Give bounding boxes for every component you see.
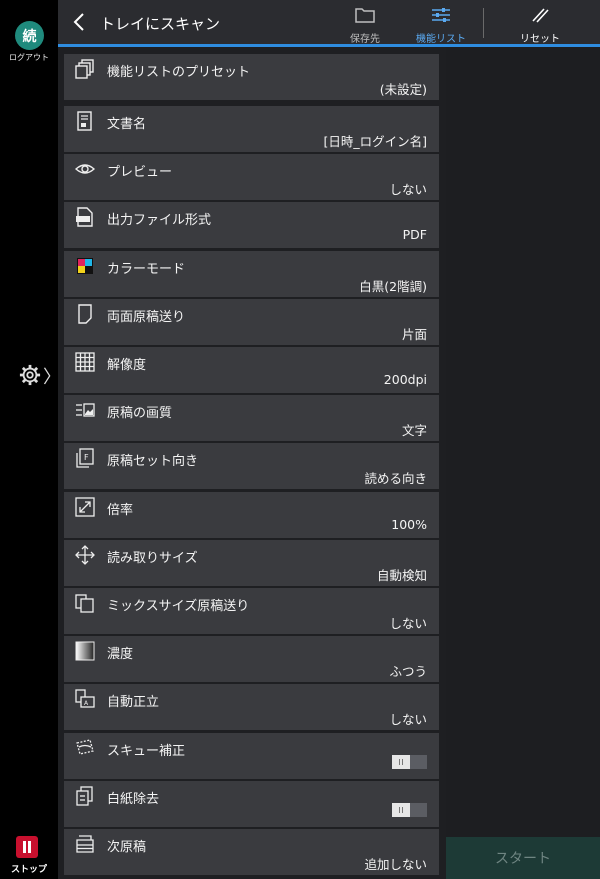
list-item-value: 追加しない bbox=[364, 857, 427, 872]
list-item[interactable]: 原稿の画質文字 bbox=[64, 395, 439, 441]
list-item[interactable]: 両面原稿送り片面 bbox=[64, 299, 439, 345]
auto-rotate-icon: A bbox=[75, 689, 95, 708]
list-item-value: PDF bbox=[402, 227, 427, 242]
list-item-label: 解像度 bbox=[107, 358, 147, 373]
list-item[interactable]: 倍率 100% bbox=[64, 492, 439, 538]
list-item-value: しない bbox=[389, 616, 427, 631]
mixed-size-icon bbox=[75, 594, 94, 613]
reset-label: リセット bbox=[520, 34, 560, 45]
save-destination-label: 保存先 bbox=[350, 34, 380, 45]
eye-icon bbox=[75, 164, 95, 174]
blank-page-icon bbox=[76, 786, 93, 806]
density-icon bbox=[75, 641, 95, 661]
list-item-value: 自動検知 bbox=[376, 568, 427, 583]
sliders-icon bbox=[432, 8, 450, 22]
document-icon bbox=[77, 111, 92, 131]
list-item-value: 200dpi bbox=[383, 372, 427, 387]
toggle-switch[interactable] bbox=[392, 755, 427, 769]
list-item-label: 原稿の画質 bbox=[107, 406, 173, 421]
list-item[interactable]: 解像度 200dpi bbox=[64, 347, 439, 393]
stop-label[interactable]: ストップ bbox=[0, 862, 58, 875]
preview-pane bbox=[446, 47, 600, 837]
list-item-label: ミックスサイズ原稿送り bbox=[107, 599, 250, 614]
toggle-knob bbox=[392, 803, 410, 817]
list-item-label: 濃度 bbox=[107, 647, 134, 662]
list-item[interactable]: 読み取りサイズ自動検知 bbox=[64, 540, 439, 586]
list-item-value: 読める向き bbox=[364, 471, 427, 486]
list-item-label: 両面原稿送り bbox=[107, 310, 186, 325]
stop-button[interactable] bbox=[16, 836, 38, 858]
header-divider bbox=[483, 8, 484, 38]
folder-icon bbox=[355, 8, 375, 23]
list-item-label: 自動正立 bbox=[107, 695, 160, 710]
function-list-label: 機能リスト bbox=[416, 34, 466, 45]
avatar[interactable]: 続 bbox=[15, 21, 44, 50]
list-item-label: 読み取りサイズ bbox=[107, 551, 198, 566]
toggle-switch[interactable] bbox=[392, 803, 427, 817]
svg-text:F: F bbox=[84, 453, 89, 462]
save-destination-tab[interactable]: 保存先 bbox=[336, 6, 394, 45]
list-item-label: 原稿セット向き bbox=[107, 454, 199, 469]
list-item-label: スキュー補正 bbox=[107, 744, 186, 759]
page-title: トレイにスキャン bbox=[100, 15, 221, 33]
color-mode-icon bbox=[77, 258, 93, 274]
preset-row[interactable]: 機能リストのプリセット (未設定) bbox=[64, 54, 439, 100]
list-item[interactable]: 出力ファイル形式 PDF bbox=[64, 202, 439, 248]
list-item-value: しない bbox=[389, 182, 427, 197]
page-icon bbox=[78, 304, 92, 324]
list-item-value: ふつう bbox=[389, 664, 427, 679]
gear-icon[interactable] bbox=[19, 364, 41, 386]
grid-icon bbox=[75, 352, 95, 372]
list-item-value: 文字 bbox=[401, 423, 427, 438]
list-item[interactable]: 文書名 [日時_ログイン名] bbox=[64, 106, 439, 152]
skew-icon bbox=[76, 739, 94, 755]
zoom-icon bbox=[75, 497, 95, 517]
list-item-label: 出力ファイル形式 bbox=[107, 213, 212, 228]
list-item-value: [日時_ログイン名] bbox=[323, 134, 427, 149]
list-item-label: プレビュー bbox=[107, 165, 173, 180]
back-arrow-icon[interactable] bbox=[70, 11, 90, 33]
file-format-icon bbox=[76, 207, 93, 227]
list-item-label: 文書名 bbox=[107, 117, 147, 132]
list-item[interactable]: プレビューしない bbox=[64, 154, 439, 200]
reset-icon bbox=[532, 8, 549, 23]
list-item-label: 白紙除去 bbox=[107, 792, 160, 807]
list-item[interactable]: A 自動正立しない bbox=[64, 684, 439, 730]
list-item-label: 次原稿 bbox=[107, 840, 147, 855]
list-item-value: しない bbox=[389, 712, 427, 727]
image-quality-icon bbox=[76, 403, 95, 417]
list-item[interactable]: F 原稿セット向き読める向き bbox=[64, 443, 439, 489]
list-item-label: カラーモード bbox=[107, 262, 186, 277]
list-item[interactable]: 白紙除去 bbox=[64, 781, 439, 827]
toggle-knob bbox=[392, 755, 410, 769]
preset-label: 機能リストのプリセット bbox=[107, 65, 251, 80]
list-item-value: 片面 bbox=[401, 327, 427, 342]
side-rail: 続 ログアウト 〉 ストップ bbox=[0, 0, 61, 879]
list-item[interactable]: ミックスサイズ原稿送りしない bbox=[64, 588, 439, 634]
next-original-icon bbox=[76, 835, 94, 853]
logout-label[interactable]: ログアウト bbox=[0, 52, 58, 63]
list-item[interactable]: スキュー補正 bbox=[64, 733, 439, 779]
orientation-icon: F bbox=[76, 448, 94, 468]
preset-value: (未設定) bbox=[379, 82, 427, 97]
list-item-value: 白黒(2階調) bbox=[359, 279, 427, 294]
list-item-value: 100% bbox=[391, 517, 427, 532]
function-list-tab[interactable]: 機能リスト bbox=[408, 6, 474, 45]
list-item-label: 倍率 bbox=[107, 503, 134, 518]
list-item[interactable]: カラーモード白黒(2階調) bbox=[64, 251, 439, 297]
start-button[interactable]: スタート bbox=[446, 837, 600, 879]
preset-icon bbox=[75, 59, 94, 79]
list-item[interactable]: 濃度ふつう bbox=[64, 636, 439, 682]
move-arrows-icon bbox=[75, 545, 95, 565]
list-item[interactable]: 次原稿追加しない bbox=[64, 829, 439, 875]
reset-button[interactable]: リセット bbox=[500, 6, 580, 45]
